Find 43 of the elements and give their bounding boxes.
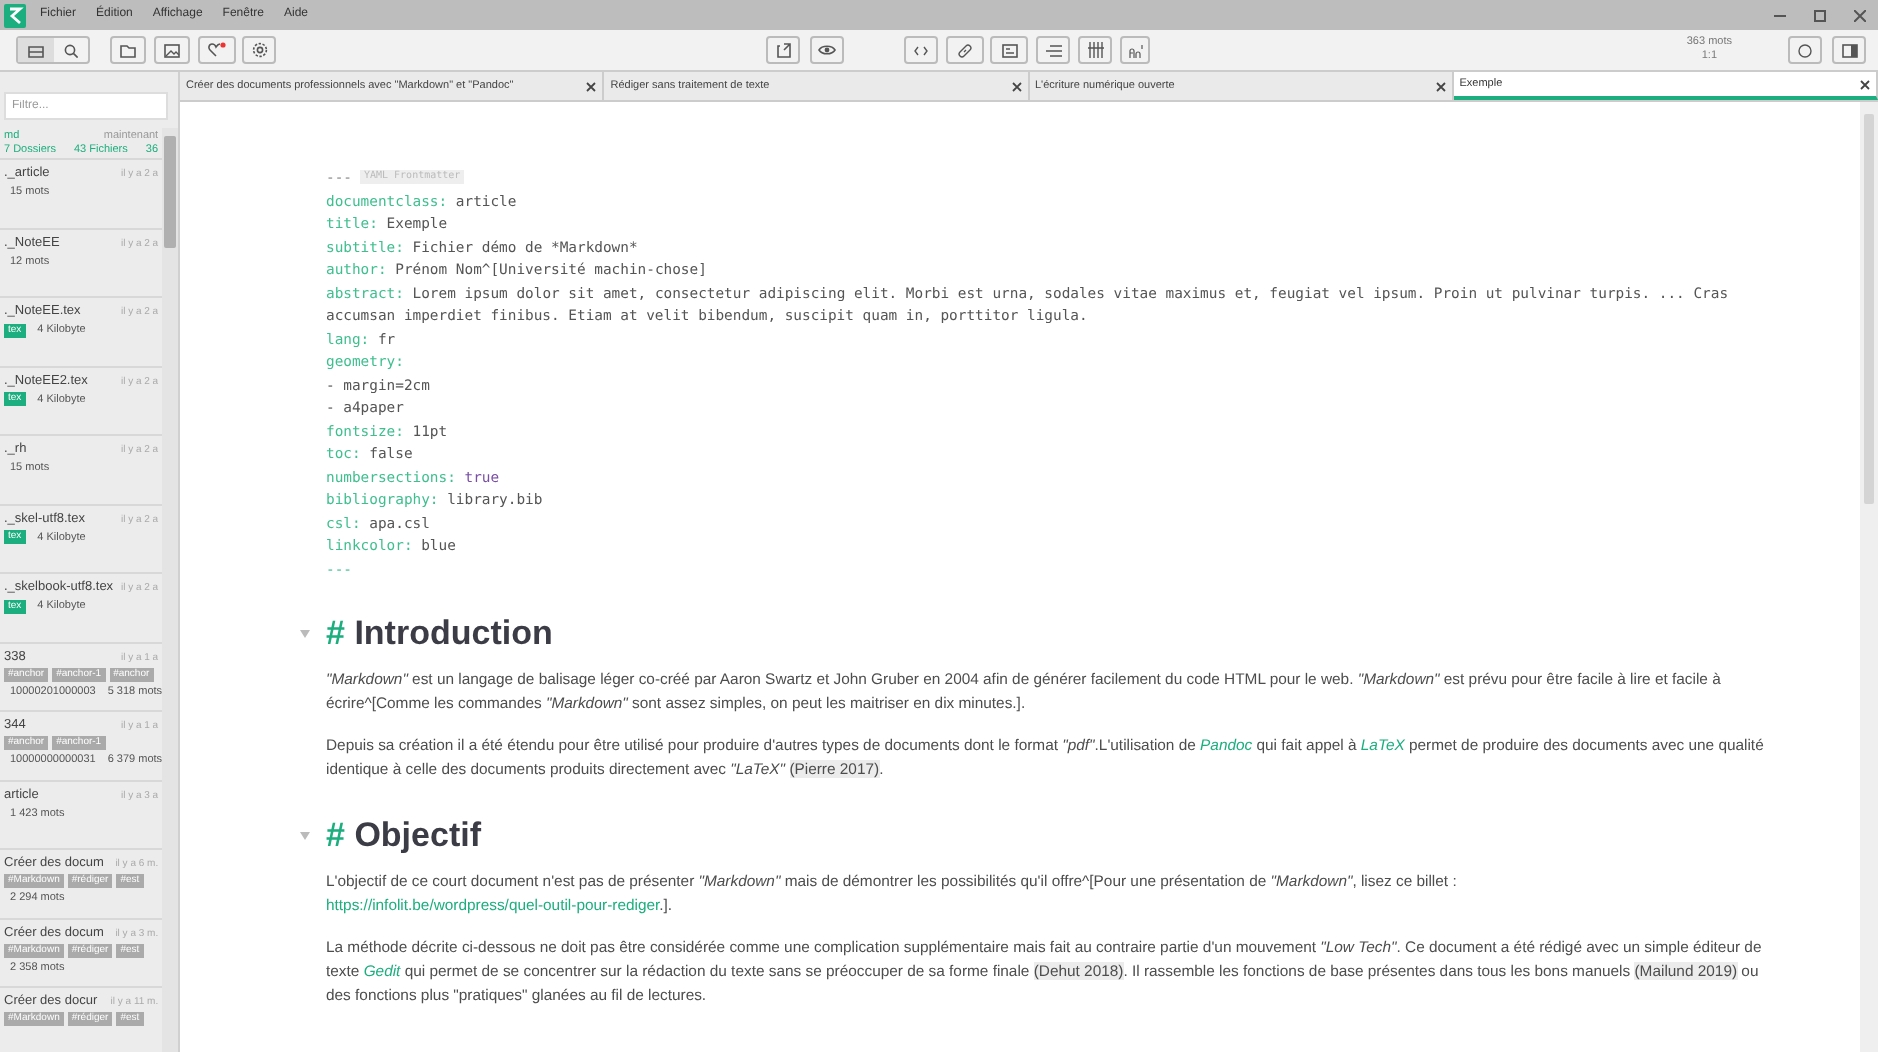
open-folder-button[interactable] <box>110 36 146 64</box>
heading: # Objectif <box>326 815 481 856</box>
link-icon <box>958 43 972 57</box>
picture-icon <box>164 43 180 57</box>
minimize-icon[interactable] <box>1774 9 1786 21</box>
export-button[interactable] <box>766 36 800 64</box>
close-icon[interactable] <box>1011 81 1021 91</box>
link-button[interactable] <box>946 36 984 64</box>
share-icon <box>775 42 791 58</box>
preview-button[interactable] <box>810 36 844 64</box>
scrollbar-thumb[interactable] <box>164 136 177 248</box>
scrollbar-thumb[interactable] <box>1864 114 1874 504</box>
close-icon[interactable] <box>1854 9 1866 21</box>
settings-button[interactable] <box>242 36 276 64</box>
list-icon <box>1045 43 1061 57</box>
heading: # Introduction <box>326 614 553 654</box>
close-icon[interactable] <box>1435 81 1446 91</box>
search-icon <box>64 43 78 57</box>
close-icon[interactable] <box>1860 79 1870 89</box>
file-manager-button[interactable] <box>18 38 54 62</box>
image-button[interactable] <box>154 36 190 64</box>
insert-image-button[interactable] <box>990 36 1028 64</box>
code-icon <box>914 45 928 55</box>
circle-icon <box>1798 43 1812 57</box>
drawer-icon <box>28 43 44 57</box>
list-button[interactable] <box>1036 36 1070 64</box>
image-icon <box>1001 43 1017 57</box>
eye-icon <box>818 44 836 56</box>
settings-icon <box>251 42 267 58</box>
footnote-button[interactable] <box>1120 36 1150 64</box>
code-button[interactable] <box>904 36 938 64</box>
table-button[interactable] <box>1078 36 1112 64</box>
table-icon <box>1087 42 1103 58</box>
focus-mode-button[interactable] <box>1788 36 1822 64</box>
sidebar-icon <box>1841 43 1857 57</box>
app-logo-icon <box>4 3 26 27</box>
heart-icon <box>208 42 226 58</box>
maximize-icon[interactable] <box>1814 9 1826 21</box>
footnote-icon <box>1127 43 1143 57</box>
sidebar-toggle-button[interactable] <box>1832 36 1866 64</box>
folder-icon <box>120 43 136 57</box>
close-icon[interactable] <box>586 81 597 91</box>
tips-button[interactable] <box>198 36 236 64</box>
